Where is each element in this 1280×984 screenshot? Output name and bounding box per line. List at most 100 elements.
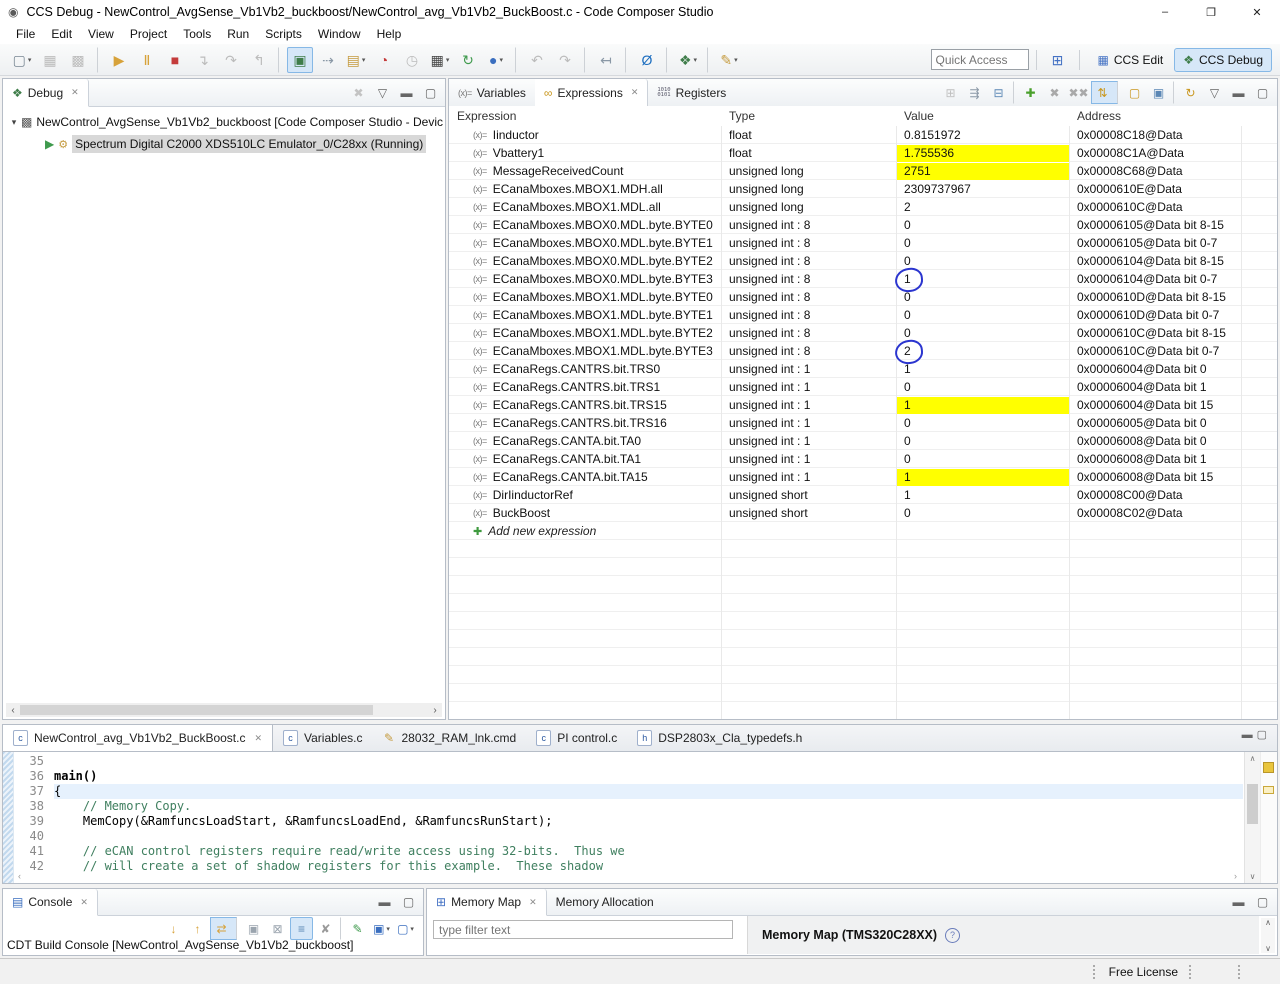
column-header[interactable]: Type: [721, 109, 896, 123]
value-cell[interactable]: 0: [896, 216, 1069, 234]
chip-icon[interactable]: ▦ ▾: [427, 47, 453, 73]
editor-tab-ram-lnk[interactable]: ✎ 28032_RAM_lnk.cmd: [373, 725, 527, 751]
tab-memory-map[interactable]: ⊞ Memory Map ✕: [427, 889, 547, 916]
scrollbar-thumb[interactable]: [20, 705, 373, 715]
load-program-icon[interactable]: ▤ ▾: [343, 47, 369, 73]
remove-expression-icon[interactable]: ✖: [1043, 81, 1066, 104]
tab-variables[interactable]: (x)= Variables: [449, 79, 535, 106]
column-header[interactable]: Expression: [449, 109, 721, 123]
memory-scrollbar[interactable]: ∧ ∨: [1261, 918, 1275, 953]
menu-item[interactable]: Project: [122, 27, 175, 41]
restart-icon[interactable]: ↻: [455, 47, 481, 73]
step-into-icon[interactable]: ↴: [190, 47, 216, 73]
grip-handle[interactable]: [1238, 964, 1243, 979]
resume-icon[interactable]: ▶: [106, 47, 132, 73]
value-cell[interactable]: 0: [896, 450, 1069, 468]
close-button[interactable]: ✕: [1234, 0, 1280, 24]
view-menu-icon[interactable]: ▽: [371, 81, 394, 104]
new-expressions-view-icon[interactable]: ▢: [1123, 81, 1146, 104]
occurrence-marker[interactable]: [1263, 762, 1274, 773]
scroll-down-icon[interactable]: ↓: [162, 917, 185, 940]
close-icon[interactable]: ✕: [80, 897, 88, 908]
close-icon[interactable]: ✕: [529, 897, 537, 908]
tab-expressions[interactable]: ∞ Expressions ✕: [534, 79, 649, 107]
value-cell[interactable]: 0: [896, 378, 1069, 396]
expression-row[interactable]: (x)= ECanaMboxes.MBOX0.MDL.byte.BYTE1 un…: [449, 234, 1277, 252]
menu-item[interactable]: Edit: [43, 27, 80, 41]
expression-row[interactable]: (x)= ECanaRegs.CANTRS.bit.TRS15 unsigned…: [449, 396, 1277, 414]
menu-item[interactable]: View: [80, 27, 122, 41]
expression-row[interactable]: (x)= MessageReceivedCount unsigned long …: [449, 162, 1277, 180]
editor-vertical-scrollbar[interactable]: ∧ ∨: [1244, 752, 1260, 883]
value-cell[interactable]: 0: [896, 324, 1069, 342]
expression-row[interactable]: (x)= Iinductor float 0.8151972 0x00008C1…: [449, 126, 1277, 144]
scroll-up-icon[interactable]: ∧: [1265, 918, 1271, 927]
value-cell[interactable]: 0: [896, 234, 1069, 252]
menu-item[interactable]: Run: [219, 27, 257, 41]
step-over-icon[interactable]: ↷: [218, 47, 244, 73]
add-new-expression-row[interactable]: ✚ Add new expression: [449, 522, 1277, 540]
highlight-icon[interactable]: ✎ ▾: [716, 47, 742, 73]
expression-row[interactable]: (x)= ECanaMboxes.MBOX1.MDL.byte.BYTE2 un…: [449, 324, 1277, 342]
restore-button[interactable]: ❐: [1188, 0, 1234, 24]
help-icon[interactable]: ?: [945, 927, 961, 943]
view-menu-icon[interactable]: ▽: [1203, 81, 1226, 104]
expression-row[interactable]: (x)= ECanaRegs.CANTRS.bit.TRS16 unsigned…: [449, 414, 1277, 432]
value-cell[interactable]: 1: [896, 360, 1069, 378]
pause-icon[interactable]: Ⅱ: [134, 47, 160, 73]
pin-console-icon[interactable]: ✎: [346, 917, 369, 940]
value-cell[interactable]: 1: [896, 486, 1069, 504]
source-lookup-icon[interactable]: ⇢: [315, 47, 341, 73]
expression-row[interactable]: (x)= BuckBoost unsigned short 0 0x00008C…: [449, 504, 1277, 522]
expression-row[interactable]: (x)= ECanaRegs.CANTA.bit.TA0 unsigned in…: [449, 432, 1277, 450]
code-editor[interactable]: 35 36 main() 37 { 38 // Memory Copy. 39 …: [2, 752, 1278, 884]
tab-console[interactable]: ▤ Console ✕: [3, 889, 98, 916]
connect-target-icon[interactable]: ▣: [287, 46, 313, 73]
code-line[interactable]: 39 MemCopy(&RamfuncsLoadStart, &Ramfuncs…: [14, 814, 1243, 829]
open-perspective-button[interactable]: ⊞: [1045, 47, 1071, 73]
step-return-icon[interactable]: ↰: [246, 46, 279, 73]
expression-row[interactable]: (x)= Vbattery1 float 1.755536 0x00008C1A…: [449, 144, 1277, 162]
scroll-down-icon[interactable]: ∨: [1245, 872, 1260, 881]
ccs-edit-perspective-button[interactable]: ▦ CCS Edit: [1089, 48, 1173, 72]
expression-row[interactable]: (x)= ECanaMboxes.MBOX1.MDL.byte.BYTE1 un…: [449, 306, 1277, 324]
value-cell[interactable]: 1: [896, 468, 1069, 486]
expression-row[interactable]: (x)= ECanaMboxes.MBOX0.MDL.byte.BYTE0 un…: [449, 216, 1277, 234]
filter-input[interactable]: [433, 920, 733, 939]
expression-row[interactable]: (x)= ECanaRegs.CANTRS.bit.TRS0 unsigned …: [449, 360, 1277, 378]
editor-horizontal-scrollbar[interactable]: ‹ ›: [14, 871, 1241, 882]
remove-all-terminated-icon[interactable]: ✖: [347, 81, 370, 104]
clear-console-icon[interactable]: ✘: [314, 917, 341, 940]
search-icon[interactable]: Ø: [634, 46, 667, 73]
forward-icon[interactable]: ↷: [552, 46, 585, 73]
debug-tree-row[interactable]: ▶ ⚙ Spectrum Digital C2000 XDS510LC Emul…: [7, 133, 445, 155]
expression-row[interactable]: (x)= DirIinductorRef unsigned short 1 0x…: [449, 486, 1277, 504]
column-divider[interactable]: [1241, 106, 1242, 719]
value-cell[interactable]: 1.755536: [896, 144, 1069, 162]
profile-clock-icon[interactable]: ◔: [371, 47, 397, 73]
stop-icon[interactable]: ■: [162, 47, 188, 73]
expression-row[interactable]: (x)= ECanaMboxes.MBOX1.MDL.byte.BYTE0 un…: [449, 288, 1277, 306]
minimize-icon[interactable]: ▬: [1242, 729, 1253, 741]
expression-row[interactable]: (x)= ECanaMboxes.MBOX1.MDH.all unsigned …: [449, 180, 1277, 198]
column-header[interactable]: Value: [896, 109, 1069, 123]
display-console-icon[interactable]: ▣ ▾: [370, 917, 393, 940]
scroll-left-icon[interactable]: ‹: [18, 871, 21, 882]
menu-item[interactable]: File: [8, 27, 43, 41]
column-divider[interactable]: [896, 106, 897, 719]
tab-debug[interactable]: ❖ Debug ✕: [3, 79, 89, 107]
back-icon[interactable]: ↶: [524, 47, 550, 73]
value-cell[interactable]: 1: [896, 396, 1069, 414]
maximize-icon[interactable]: ▢: [397, 891, 420, 914]
menu-item[interactable]: Help: [369, 27, 410, 41]
editor-tab-variables[interactable]: c Variables.c: [273, 725, 372, 751]
menu-item[interactable]: Window: [310, 27, 369, 41]
expression-row[interactable]: (x)= ECanaRegs.CANTRS.bit.TRS1 unsigned …: [449, 378, 1277, 396]
maximize-icon[interactable]: ▢: [1257, 728, 1267, 741]
editor-tab-typedefs[interactable]: h DSP2803x_Cla_typedefs.h: [627, 725, 812, 751]
save-all-icon[interactable]: ▩: [65, 46, 98, 73]
scroll-up-icon[interactable]: ∧: [1245, 754, 1260, 763]
auto-update-icon[interactable]: ⇅: [1091, 81, 1118, 104]
scroll-right-icon[interactable]: ›: [1234, 871, 1237, 882]
scrollbar-thumb[interactable]: [1247, 784, 1258, 824]
